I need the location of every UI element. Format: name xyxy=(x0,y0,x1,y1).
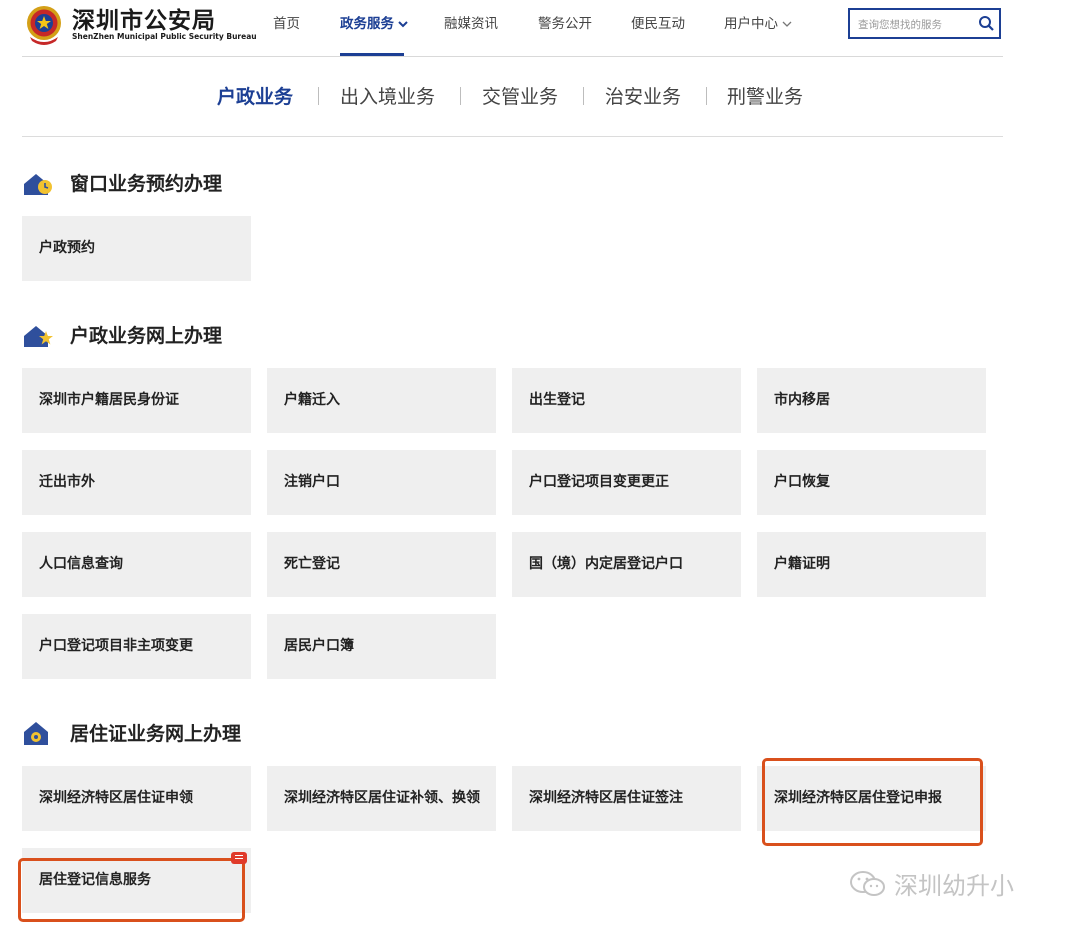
search-input[interactable]: 查询您想找的服务 xyxy=(848,8,1001,39)
section-title-residence-permit-online: 居住证业务网上办理 xyxy=(70,723,242,745)
tab-entry-exit[interactable]: 出入境业务 xyxy=(340,82,435,109)
tab-public-security[interactable]: 治安业务 xyxy=(605,82,681,109)
service-card[interactable]: 注销户口 xyxy=(267,450,496,515)
highlight-box xyxy=(762,758,983,846)
service-card[interactable]: 市内移居 xyxy=(757,368,986,433)
house-badge-icon xyxy=(24,722,48,745)
nav-home[interactable]: 首页 xyxy=(273,12,300,32)
tab-separator xyxy=(460,87,461,105)
brand-name[interactable]: 深圳市公安局 xyxy=(72,1,216,35)
search-icon[interactable] xyxy=(978,15,995,32)
service-card[interactable]: 居民户口簿 xyxy=(267,614,496,679)
service-card[interactable]: 户籍证明 xyxy=(757,532,986,597)
service-card[interactable]: 深圳市户籍居民身份证 xyxy=(22,368,251,433)
nav-media-news[interactable]: 融媒资讯 xyxy=(444,12,498,32)
service-card[interactable]: 死亡登记 xyxy=(267,532,496,597)
brand-english-name: ShenZhen Municipal Public Security Burea… xyxy=(72,32,257,41)
section-title-window-appointment: 窗口业务预约办理 xyxy=(70,173,223,195)
service-card[interactable]: 深圳经济特区居住证申领 xyxy=(22,766,251,831)
header-divider xyxy=(22,56,1003,57)
service-card[interactable]: 出生登记 xyxy=(512,368,741,433)
police-emblem-logo xyxy=(27,6,61,45)
chevron-down-icon xyxy=(398,20,408,27)
nav-label: 用户中心 xyxy=(724,16,778,32)
chevron-down-icon xyxy=(782,21,792,27)
nav-label: 政务服务 xyxy=(340,16,394,32)
tab-separator xyxy=(706,87,707,105)
service-card[interactable]: 户口恢复 xyxy=(757,450,986,515)
nav-government-services[interactable]: 政务服务 xyxy=(340,12,408,32)
search-placeholder: 查询您想找的服务 xyxy=(858,19,942,31)
service-card[interactable]: 深圳经济特区居住证签注 xyxy=(512,766,741,831)
watermark: 深圳幼升小 xyxy=(848,866,1014,901)
service-card[interactable]: 国（境）内定居登记户口 xyxy=(512,532,741,597)
tab-criminal-police[interactable]: 刑警业务 xyxy=(727,82,803,109)
section-title-household-online: 户政业务网上办理 xyxy=(70,325,223,347)
service-card[interactable]: 深圳经济特区居住证补领、换领 xyxy=(267,766,496,831)
service-card[interactable]: 户政预约 xyxy=(22,216,251,281)
nav-user-center[interactable]: 用户中心 xyxy=(724,12,792,32)
tab-separator xyxy=(583,87,584,105)
service-card[interactable]: 户籍迁入 xyxy=(267,368,496,433)
tab-household-affairs[interactable]: 户政业务 xyxy=(217,82,293,109)
service-card[interactable]: 户口登记项目变更更正 xyxy=(512,450,741,515)
service-card[interactable]: 人口信息查询 xyxy=(22,532,251,597)
house-star-icon xyxy=(24,326,53,347)
service-card[interactable]: 迁出市外 xyxy=(22,450,251,515)
new-badge-icon xyxy=(231,852,247,864)
house-clock-icon xyxy=(24,174,52,195)
nav-police-affairs[interactable]: 警务公开 xyxy=(538,12,592,32)
tab-separator xyxy=(318,87,319,105)
nav-public-interaction[interactable]: 便民互动 xyxy=(631,12,685,32)
tabs-divider xyxy=(22,136,1003,137)
tab-traffic[interactable]: 交管业务 xyxy=(482,82,558,109)
service-card[interactable]: 户口登记项目非主项变更 xyxy=(22,614,251,679)
wechat-icon xyxy=(850,870,885,896)
highlight-box xyxy=(18,858,245,922)
watermark-text: 深圳幼升小 xyxy=(894,872,1014,900)
